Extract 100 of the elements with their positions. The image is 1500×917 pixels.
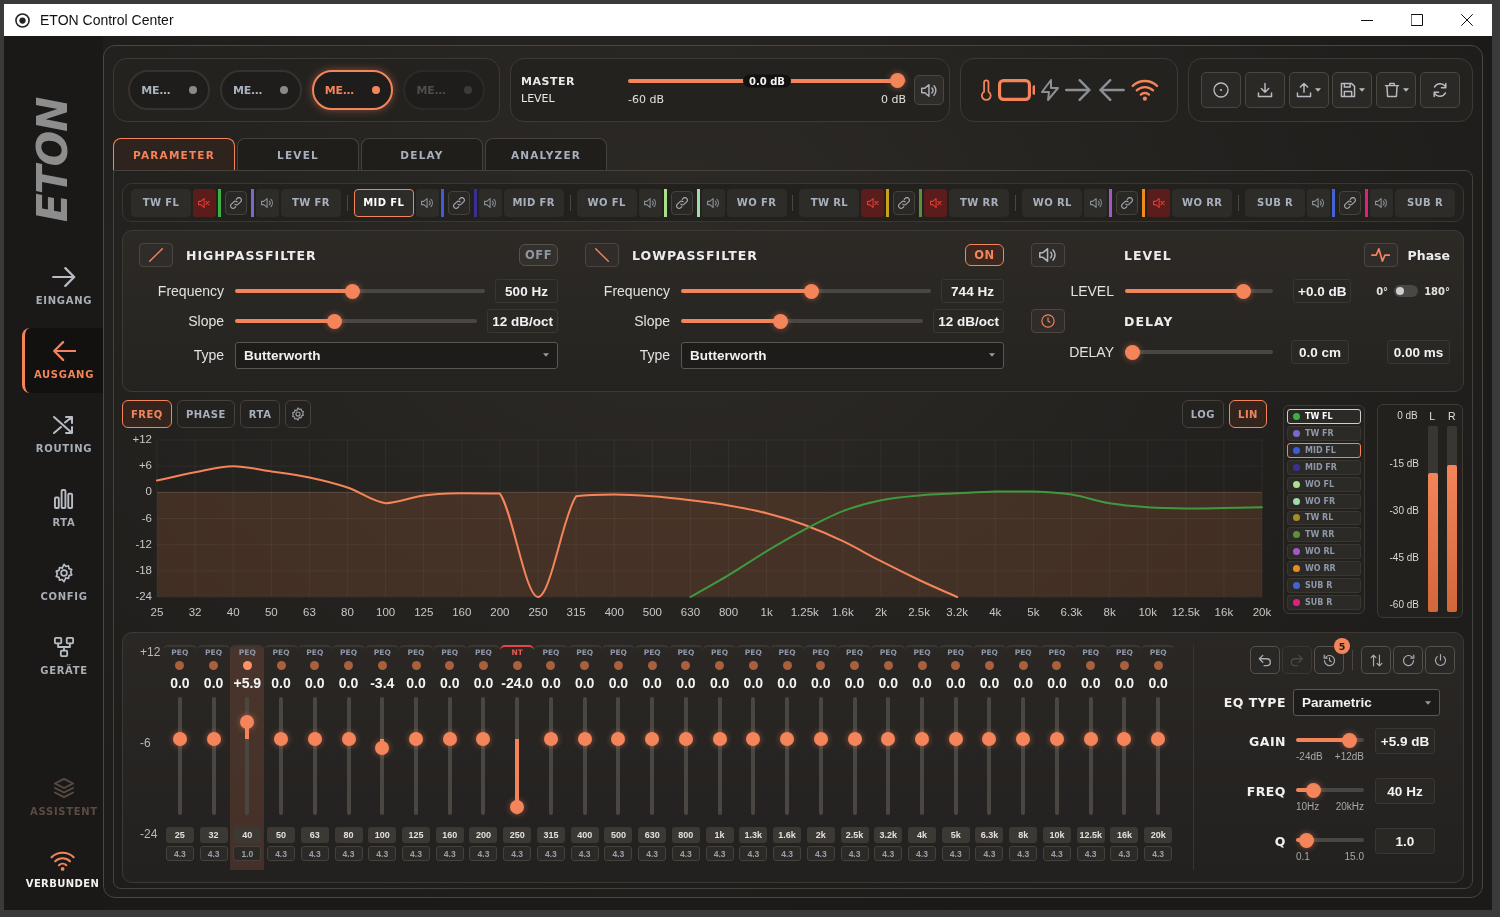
phase-switch[interactable] [1394, 285, 1419, 297]
value-field[interactable]: 40 Hz [1375, 778, 1435, 804]
legend-item[interactable]: MID FL [1287, 442, 1361, 458]
undo-button[interactable] [1250, 646, 1280, 674]
refresh-button[interactable] [1420, 72, 1460, 108]
slider-thumb[interactable] [240, 714, 255, 729]
nav-item[interactable]: ROUTING [22, 402, 103, 467]
slider-thumb[interactable] [1117, 732, 1132, 747]
channel-button[interactable]: TW FR [280, 188, 341, 217]
slider-thumb[interactable] [206, 732, 221, 747]
nav-item[interactable]: CONFIG [22, 550, 103, 615]
slider-thumb[interactable] [1151, 732, 1166, 747]
toggle-button[interactable]: ON [965, 244, 1004, 266]
slider-thumb[interactable] [442, 732, 457, 747]
preset-button[interactable]: ME… [311, 70, 394, 110]
scale-button[interactable]: LOG [1181, 400, 1225, 428]
save-button[interactable] [1332, 72, 1373, 108]
mute-button[interactable] [1370, 188, 1394, 217]
legend-item[interactable]: TW RL [1287, 510, 1361, 526]
mute-button[interactable] [255, 188, 279, 217]
slider-thumb[interactable] [326, 313, 342, 329]
mute-button[interactable] [478, 188, 502, 217]
slider-thumb[interactable] [345, 283, 360, 299]
channel-button[interactable]: WO RL [1022, 188, 1083, 217]
mute-button[interactable] [638, 188, 662, 217]
link-button[interactable] [893, 190, 916, 215]
slider-thumb[interactable] [948, 732, 963, 747]
slider-thumb[interactable] [881, 732, 896, 747]
reset-button[interactable] [1393, 646, 1423, 674]
mute-button[interactable] [192, 188, 216, 217]
mute-button[interactable] [1031, 243, 1065, 267]
slider-thumb[interactable] [543, 732, 558, 747]
channel-button[interactable]: MID FR [503, 188, 564, 217]
slider-thumb[interactable] [712, 732, 727, 747]
value-field[interactable]: 12 dB/oct [487, 309, 558, 333]
chart-settings-button[interactable] [285, 400, 312, 428]
value-field[interactable]: 1.0 [1375, 828, 1435, 854]
slider-thumb[interactable] [1298, 832, 1314, 848]
legend-item[interactable]: SUB R [1287, 578, 1361, 594]
nav-item[interactable]: AUSGANG [22, 328, 103, 393]
slider-thumb[interactable] [1049, 732, 1064, 747]
view-button[interactable]: RTA [239, 400, 281, 428]
slider-thumb[interactable] [1124, 344, 1140, 360]
link-button[interactable] [670, 190, 693, 215]
download-button[interactable] [1244, 72, 1285, 108]
channel-button[interactable]: SUB R [1395, 188, 1455, 217]
channel-button[interactable]: WO FL [576, 188, 637, 217]
channel-button[interactable]: TW RL [799, 188, 860, 217]
slider-thumb[interactable] [890, 73, 906, 88]
value-field[interactable]: 0.00 ms [1387, 340, 1450, 364]
channel-button[interactable]: WO FR [726, 188, 787, 217]
slider-thumb[interactable] [1235, 283, 1251, 299]
filter-button[interactable] [139, 243, 173, 267]
slider-thumb[interactable] [274, 732, 289, 747]
slider-thumb[interactable] [341, 732, 356, 747]
slider-thumb[interactable] [803, 283, 819, 299]
link-button[interactable] [224, 190, 247, 215]
slider-thumb[interactable] [1016, 732, 1031, 747]
link-button[interactable] [1339, 190, 1362, 215]
legend-item[interactable]: MID FR [1287, 459, 1361, 475]
sort-button[interactable] [1361, 646, 1391, 674]
value-field[interactable]: +5.9 dB [1375, 728, 1435, 754]
tab[interactable]: LEVEL [237, 138, 359, 170]
legend-item[interactable]: TW FR [1287, 425, 1361, 441]
slider-thumb[interactable] [510, 799, 525, 814]
power-button[interactable] [1425, 646, 1455, 674]
channel-button[interactable]: TW FL [131, 188, 191, 217]
value-field[interactable]: 0.0 cm [1291, 340, 1349, 364]
channel-button[interactable]: WO RR [1172, 188, 1233, 217]
legend-item[interactable]: WO RL [1287, 544, 1361, 560]
tab[interactable]: PARAMETER [113, 138, 235, 170]
mute-button[interactable] [914, 75, 944, 105]
preset-button[interactable]: ME… [128, 70, 210, 110]
channel-button[interactable]: MID FL [353, 188, 414, 217]
channel-button[interactable]: TW RR [949, 188, 1010, 217]
tab[interactable]: DELAY [361, 138, 483, 170]
slider-thumb[interactable] [409, 732, 423, 747]
slider-thumb[interactable] [847, 732, 862, 747]
value-field[interactable]: +0.0 dB [1293, 279, 1352, 303]
slider-thumb[interactable] [476, 732, 491, 747]
value-field[interactable]: 500 Hz [495, 279, 558, 303]
slider-thumb[interactable] [1305, 782, 1321, 798]
type-dropdown[interactable]: Butterworth [681, 341, 1004, 369]
scale-button[interactable]: LIN [1229, 400, 1267, 428]
delete-button[interactable] [1376, 72, 1417, 108]
legend-item[interactable]: WO FL [1287, 476, 1361, 492]
slider-thumb[interactable] [611, 732, 626, 747]
upload-button[interactable] [1288, 72, 1329, 108]
mute-button[interactable] [1147, 188, 1171, 217]
preset-button[interactable]: ME… [219, 70, 302, 110]
delay-button[interactable] [1031, 309, 1065, 333]
mute-button[interactable] [861, 188, 885, 217]
filter-button[interactable] [585, 243, 619, 267]
legend-item[interactable]: TW RR [1287, 527, 1361, 543]
value-field[interactable]: 12 dB/oct [933, 309, 1004, 333]
mute-button[interactable] [924, 188, 948, 217]
slider-thumb[interactable] [678, 732, 693, 747]
slider-thumb[interactable] [645, 732, 660, 747]
view-button[interactable]: PHASE [176, 400, 235, 428]
toggle-button[interactable]: OFF [519, 244, 558, 266]
